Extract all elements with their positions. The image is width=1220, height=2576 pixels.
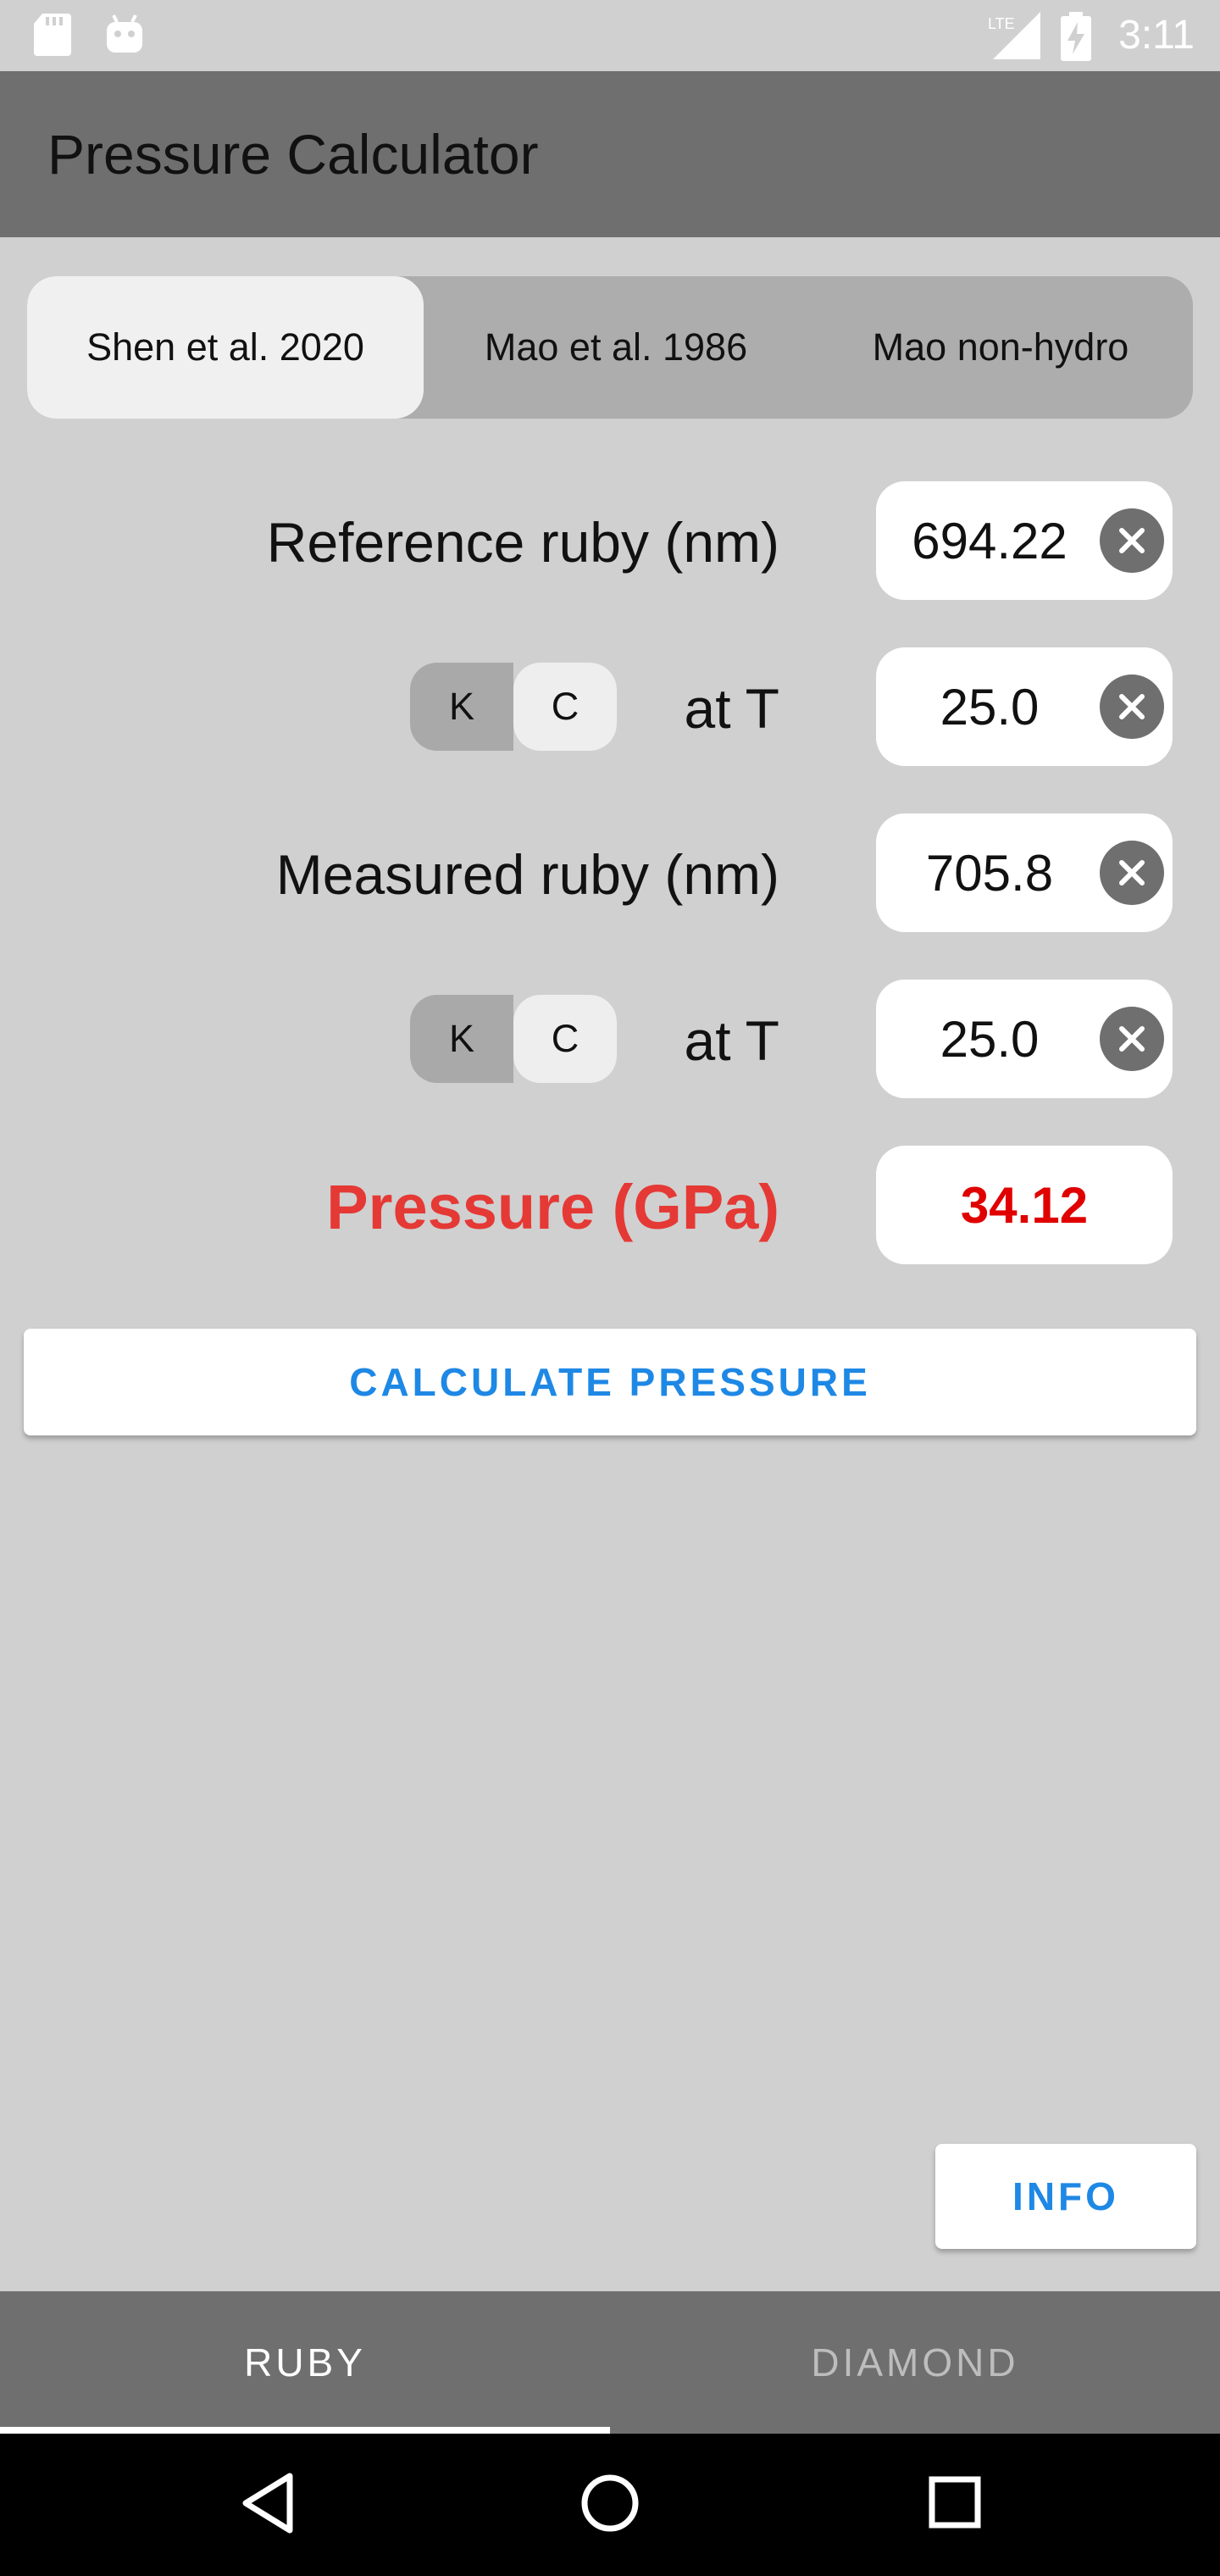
measured-temp-value[interactable]: 25.0 [876, 980, 1103, 1098]
info-button[interactable]: INFO [935, 2144, 1196, 2249]
reference-temp-unit-toggle: K C [410, 663, 617, 751]
measured-temp-label: at T [684, 1009, 779, 1072]
sd-card-icon [34, 14, 71, 60]
battery-charging-icon [1061, 12, 1091, 65]
app-bar: Pressure Calculator [0, 71, 1220, 237]
pressure-value: 34.12 [876, 1146, 1173, 1264]
bottom-tab-bar: RUBY DIAMOND [0, 2291, 1220, 2434]
system-nav-bar [0, 2434, 1220, 2576]
unit-k-option[interactable]: K [410, 663, 513, 751]
android-icon [105, 14, 144, 58]
back-icon[interactable] [241, 2471, 295, 2540]
status-bar: LTE 3:11 [0, 0, 1220, 71]
clear-icon[interactable] [1100, 1007, 1164, 1071]
lte-text: LTE [988, 15, 1015, 32]
reference-temp-value[interactable]: 25.0 [876, 647, 1103, 766]
calibration-selector: Shen et al. 2020 Mao et al. 1986 Mao non… [27, 276, 1193, 419]
reference-temp-field[interactable]: 25.0 [876, 647, 1173, 766]
tab-shen-2020[interactable]: Shen et al. 2020 [27, 276, 424, 419]
recents-icon[interactable] [927, 2471, 981, 2540]
measured-ruby-label: Measured ruby (nm) [275, 843, 779, 906]
measured-temp-unit-toggle: K C [410, 995, 617, 1083]
unit-c-option[interactable]: C [513, 995, 617, 1083]
app-title: Pressure Calculator [47, 123, 539, 186]
measured-temp-field[interactable]: 25.0 [876, 980, 1173, 1098]
reference-ruby-value[interactable]: 694.22 [876, 481, 1103, 600]
screen: LTE 3:11 Pressure Calculator Shen et al.… [0, 0, 1220, 2576]
lte-signal-icon: LTE [988, 12, 1040, 64]
reference-temp-label: at T [684, 677, 779, 740]
tab-mao-non-hydro[interactable]: Mao non-hydro [808, 276, 1193, 419]
clear-icon[interactable] [1100, 508, 1164, 573]
tab-diamond[interactable]: DIAMOND [610, 2291, 1220, 2434]
tab-ruby[interactable]: RUBY [0, 2291, 610, 2434]
calculate-pressure-button[interactable]: CALCULATE PRESSURE [24, 1329, 1196, 1435]
reference-ruby-field[interactable]: 694.22 [876, 481, 1173, 600]
pressure-label: Pressure (GPa) [326, 1172, 779, 1242]
clear-icon[interactable] [1100, 841, 1164, 905]
tab-mao-1986[interactable]: Mao et al. 1986 [424, 276, 808, 419]
home-icon[interactable] [580, 2471, 640, 2540]
unit-c-option[interactable]: C [513, 663, 617, 751]
reference-ruby-label: Reference ruby (nm) [266, 511, 779, 574]
measured-ruby-value[interactable]: 705.8 [876, 813, 1103, 932]
clear-icon[interactable] [1100, 675, 1164, 739]
unit-k-option[interactable]: K [410, 995, 513, 1083]
measured-ruby-field[interactable]: 705.8 [876, 813, 1173, 932]
status-time: 3:11 [1118, 13, 1195, 58]
